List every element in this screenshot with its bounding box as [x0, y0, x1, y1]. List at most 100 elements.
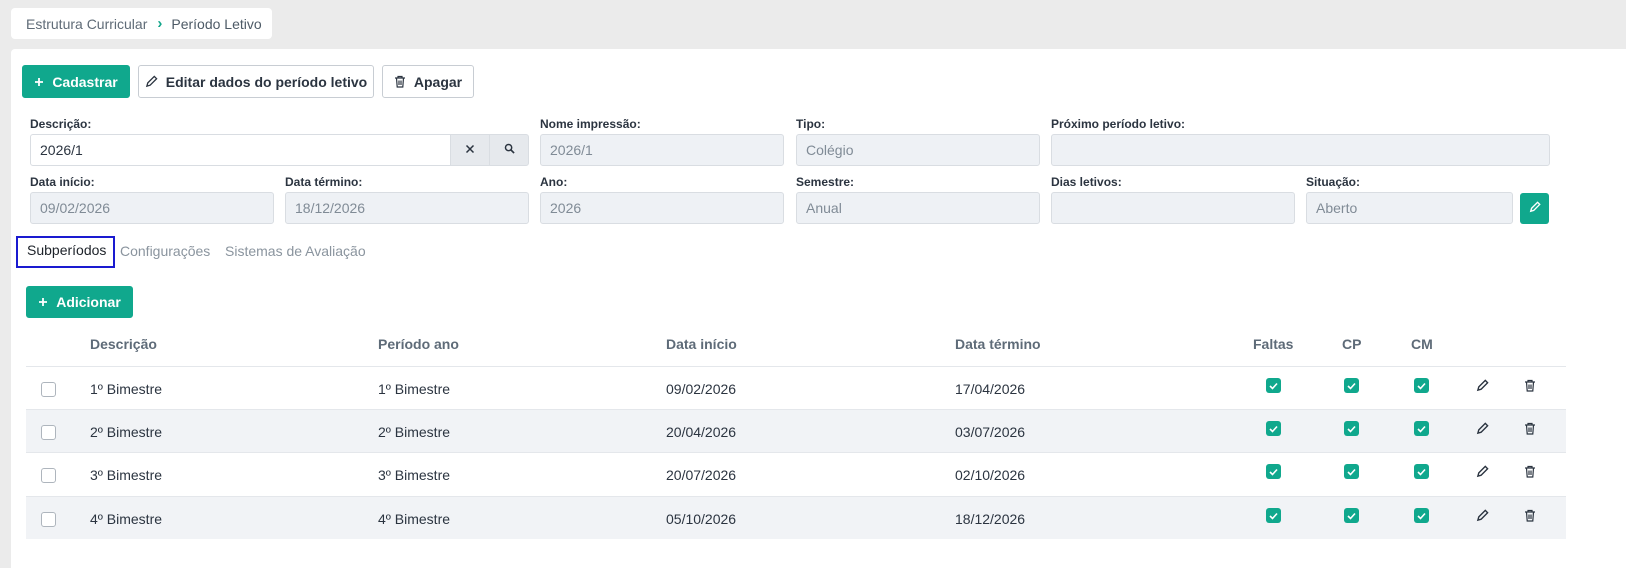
cadastrar-label: Cadastrar [52, 73, 118, 90]
row-periodo-ano: 1º Bimestre [378, 380, 451, 397]
cm-checkbox[interactable] [1414, 378, 1429, 393]
row-descricao: 4º Bimestre [90, 510, 163, 527]
column-header-data-termino: Data término [955, 336, 1041, 352]
check-icon [1347, 420, 1356, 438]
nome-impressao-field: 2026/1 [540, 134, 784, 166]
column-header-periodo-ano: Período ano [378, 336, 459, 352]
descricao-input[interactable]: 2026/1 [30, 134, 451, 166]
pencil-icon [145, 75, 158, 88]
editar-periodo-label: Editar dados do período letivo [165, 73, 368, 90]
edit-situacao-button[interactable] [1520, 193, 1549, 224]
situacao-field: Aberto [1306, 192, 1513, 224]
delete-row-button[interactable] [1521, 379, 1539, 397]
tab-sistemas-avaliacao[interactable]: Sistemas de Avaliação [225, 243, 366, 259]
nome-impressao-label: Nome impressão: [540, 117, 641, 131]
column-header-faltas: Faltas [1253, 336, 1294, 352]
search-icon [504, 141, 515, 159]
cp-checkbox[interactable] [1344, 378, 1359, 393]
trash-icon [394, 75, 406, 88]
faltas-checkbox[interactable] [1266, 508, 1281, 523]
chevron-right-icon: › [157, 15, 163, 32]
edit-row-button[interactable] [1473, 509, 1491, 527]
check-icon [1269, 420, 1278, 438]
check-icon [1417, 420, 1426, 438]
row-data-inicio: 09/02/2026 [666, 380, 737, 397]
semestre-field: Anual [796, 192, 1040, 224]
row-data-termino: 18/12/2026 [955, 510, 1026, 527]
trash-icon [1524, 379, 1536, 397]
data-termino-label: Data término: [285, 175, 363, 189]
editar-periodo-button[interactable]: Editar dados do período letivo [138, 65, 374, 98]
pencil-icon [1476, 465, 1489, 483]
cadastrar-button[interactable]: Cadastrar [22, 65, 130, 98]
close-icon [465, 141, 475, 159]
column-header-descricao: Descrição [90, 336, 157, 352]
row-select-checkbox[interactable] [41, 425, 56, 440]
row-periodo-ano: 2º Bimestre [378, 423, 451, 440]
row-data-termino: 03/07/2026 [955, 423, 1026, 440]
check-icon [1347, 463, 1356, 481]
column-header-cp: CP [1342, 336, 1362, 352]
cm-checkbox[interactable] [1414, 464, 1429, 479]
check-icon [1417, 377, 1426, 395]
edit-row-button[interactable] [1473, 379, 1491, 397]
table-row: 4º Bimestre 4º Bimestre 05/10/2026 18/12… [26, 496, 1566, 539]
delete-row-button[interactable] [1521, 422, 1539, 440]
proximo-periodo-field [1051, 134, 1550, 166]
cm-checkbox[interactable] [1414, 508, 1429, 523]
delete-row-button[interactable] [1521, 465, 1539, 483]
cp-checkbox[interactable] [1344, 508, 1359, 523]
check-icon [1417, 507, 1426, 525]
clear-descricao-button[interactable] [450, 134, 490, 166]
apagar-label: Apagar [413, 73, 463, 90]
faltas-checkbox[interactable] [1266, 378, 1281, 393]
cm-checkbox[interactable] [1414, 421, 1429, 436]
row-descricao: 2º Bimestre [90, 423, 163, 440]
row-data-inicio: 20/04/2026 [666, 423, 737, 440]
tipo-label: Tipo: [796, 117, 826, 131]
trash-icon [1524, 509, 1536, 527]
edit-row-button[interactable] [1473, 465, 1491, 483]
adicionar-label: Adicionar [56, 294, 121, 310]
pencil-icon [1476, 509, 1489, 527]
data-inicio-field: 09/02/2026 [30, 192, 274, 224]
breadcrumb: Estrutura Curricular › Período Letivo [11, 8, 272, 39]
row-select-checkbox[interactable] [41, 468, 56, 483]
breadcrumb-item-estrutura-curricular[interactable]: Estrutura Curricular [26, 16, 147, 32]
pencil-icon [1529, 200, 1541, 218]
row-select-checkbox[interactable] [41, 512, 56, 527]
apagar-button[interactable]: Apagar [382, 65, 474, 98]
table-row: 2º Bimestre 2º Bimestre 20/04/2026 03/07… [26, 409, 1566, 452]
delete-row-button[interactable] [1521, 509, 1539, 527]
faltas-checkbox[interactable] [1266, 421, 1281, 436]
data-termino-field: 18/12/2026 [285, 192, 529, 224]
row-data-inicio: 05/10/2026 [666, 510, 737, 527]
adicionar-button[interactable]: Adicionar [26, 286, 133, 318]
table-row: 1º Bimestre 1º Bimestre 09/02/2026 17/04… [26, 366, 1566, 409]
pencil-icon [1476, 379, 1489, 397]
table-row: 3º Bimestre 3º Bimestre 20/07/2026 02/10… [26, 452, 1566, 495]
trash-icon [1524, 422, 1536, 440]
row-descricao: 1º Bimestre [90, 380, 163, 397]
check-icon [1347, 377, 1356, 395]
search-descricao-button[interactable] [489, 134, 529, 166]
faltas-checkbox[interactable] [1266, 464, 1281, 479]
row-select-checkbox[interactable] [41, 382, 56, 397]
cp-checkbox[interactable] [1344, 421, 1359, 436]
dias-letivos-field [1051, 192, 1295, 224]
situacao-label: Situação: [1306, 175, 1361, 189]
check-icon [1417, 463, 1426, 481]
tab-configuracoes[interactable]: Configurações [120, 243, 210, 259]
cp-checkbox[interactable] [1344, 464, 1359, 479]
pencil-icon [1476, 422, 1489, 440]
data-inicio-label: Data início: [30, 175, 95, 189]
check-icon [1269, 377, 1278, 395]
row-data-inicio: 20/07/2026 [666, 466, 737, 483]
breadcrumb-item-periodo-letivo: Período Letivo [171, 15, 262, 32]
ano-label: Ano: [540, 175, 568, 189]
edit-row-button[interactable] [1473, 422, 1491, 440]
tab-subperiodos[interactable]: Subperíodos [16, 236, 116, 268]
row-periodo-ano: 4º Bimestre [378, 510, 451, 527]
check-icon [1269, 507, 1278, 525]
proximo-periodo-label: Próximo período letivo: [1051, 117, 1186, 131]
